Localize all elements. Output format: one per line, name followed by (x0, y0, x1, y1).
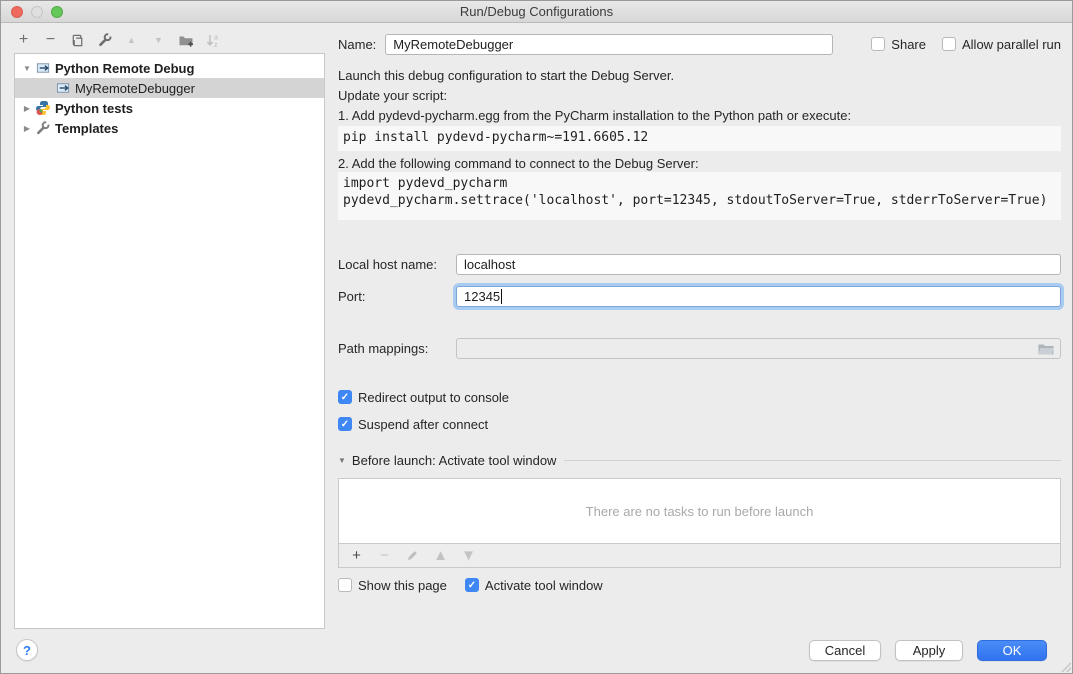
port-label: Port: (338, 289, 456, 304)
add-icon: + (19, 32, 28, 48)
add-configuration-button[interactable]: + (15, 31, 32, 49)
activate-tool-window-checkbox[interactable] (465, 578, 479, 592)
tree-item-label: MyRemoteDebugger (75, 81, 195, 96)
svg-text:a: a (214, 35, 218, 42)
tree-item-myremotedebugger[interactable]: MyRemoteDebugger (15, 78, 324, 98)
remove-icon: − (46, 32, 55, 48)
apply-button[interactable]: Apply (895, 640, 963, 661)
tree-item-python-tests[interactable]: ▶ Python tests (15, 98, 324, 118)
settrace-code-snippet: import pydevd_pycharm pydevd_pycharm.set… (338, 172, 1061, 220)
browse-path-mappings-button[interactable] (1037, 342, 1055, 359)
local-host-name-label: Local host name: (338, 257, 456, 272)
section-divider (564, 460, 1061, 461)
move-down-icon: ▼ (461, 548, 476, 564)
path-mappings-input[interactable] (456, 338, 1061, 359)
allow-parallel-run-checkbox[interactable] (942, 37, 956, 51)
redirect-output-label: Redirect output to console (358, 390, 509, 405)
pencil-icon (406, 549, 419, 562)
remote-debug-config-icon (36, 61, 51, 75)
instruction-step-1: 1. Add pydevd-pycharm.egg from the PyCha… (338, 108, 851, 124)
instruction-line-2: Update your script: (338, 88, 447, 104)
configurations-tree: ▼ Python Remote Debug MyRemoteDebugger ▶… (14, 53, 325, 629)
name-input[interactable]: MyRemoteDebugger (385, 34, 833, 55)
tree-item-label: Python tests (55, 101, 133, 116)
help-icon: ? (23, 643, 31, 658)
share-label: Share (891, 37, 926, 52)
copy-configuration-button[interactable] (69, 31, 86, 49)
svg-text:z: z (214, 42, 218, 48)
zoom-window-button[interactable] (51, 6, 63, 18)
pip-install-code-snippet: pip install pydevd-pycharm~=191.6605.12 (338, 126, 1061, 151)
path-mappings-label: Path mappings: (338, 341, 456, 356)
run-debug-configurations-dialog: Run/Debug Configurations + − ▲ ▼ az ▼ Py… (0, 0, 1073, 674)
ok-button[interactable]: OK (977, 640, 1047, 661)
tree-item-python-remote-debug[interactable]: ▼ Python Remote Debug (15, 58, 324, 78)
edit-templates-button[interactable] (96, 31, 113, 49)
add-task-button[interactable]: + (348, 547, 365, 565)
suspend-after-connect-label: Suspend after connect (358, 417, 488, 432)
before-launch-toolbar: + − ▲ ▼ (338, 544, 1061, 568)
move-down-button[interactable]: ▼ (150, 31, 167, 49)
edit-wrench-icon (97, 32, 113, 48)
local-host-name-input[interactable]: localhost (456, 254, 1061, 275)
configurations-toolbar: + − ▲ ▼ az (15, 30, 221, 50)
window-title: Run/Debug Configurations (460, 4, 613, 19)
remove-configuration-button[interactable]: − (42, 31, 59, 49)
copy-icon (70, 33, 85, 48)
templates-wrench-icon (35, 120, 51, 136)
move-up-icon: ▲ (127, 32, 136, 48)
move-task-down-button[interactable]: ▼ (460, 547, 477, 565)
title-bar: Run/Debug Configurations (1, 1, 1072, 23)
chevron-expanded-icon[interactable]: ▼ (19, 64, 35, 73)
chevron-collapsed-icon[interactable]: ▶ (19, 104, 35, 113)
folder-browse-icon (1037, 342, 1055, 356)
minimize-window-button (31, 6, 43, 18)
remove-icon: − (380, 548, 389, 564)
show-this-page-label: Show this page (358, 578, 447, 593)
resize-grip[interactable] (1061, 662, 1071, 672)
edit-task-button[interactable] (404, 547, 421, 565)
before-launch-empty-text: There are no tasks to run before launch (586, 504, 814, 519)
name-label: Name: (338, 37, 376, 52)
dialog-buttons: Cancel Apply OK (809, 640, 1047, 661)
traffic-lights (11, 6, 63, 18)
remote-debug-config-icon (56, 81, 71, 95)
close-window-button[interactable] (11, 6, 23, 18)
new-folder-icon (178, 32, 194, 48)
chevron-collapsed-icon[interactable]: ▶ (19, 124, 35, 133)
add-icon: + (352, 548, 361, 564)
move-up-button[interactable]: ▲ (123, 31, 140, 49)
sort-alphabetically-icon: az (205, 32, 221, 48)
move-up-icon: ▲ (433, 548, 448, 564)
activate-tool-window-label: Activate tool window (485, 578, 603, 593)
suspend-after-connect-checkbox[interactable] (338, 417, 352, 431)
instruction-step-2: 2. Add the following command to connect … (338, 156, 699, 172)
move-down-icon: ▼ (154, 32, 163, 48)
share-checkbox[interactable] (871, 37, 885, 51)
tree-item-label: Templates (55, 121, 118, 136)
sort-configurations-button[interactable]: az (204, 31, 221, 49)
new-folder-button[interactable] (177, 31, 194, 49)
text-caret (501, 289, 502, 304)
allow-parallel-run-label: Allow parallel run (962, 37, 1061, 52)
remove-task-button[interactable]: − (376, 547, 393, 565)
tree-item-templates[interactable]: ▶ Templates (15, 118, 324, 138)
move-task-up-button[interactable]: ▲ (432, 547, 449, 565)
redirect-output-checkbox[interactable] (338, 390, 352, 404)
python-tests-icon (35, 100, 51, 116)
tree-item-label: Python Remote Debug (55, 61, 194, 76)
cancel-button[interactable]: Cancel (809, 640, 881, 661)
show-this-page-checkbox[interactable] (338, 578, 352, 592)
instruction-line-1: Launch this debug configuration to start… (338, 68, 674, 84)
before-launch-task-list[interactable]: There are no tasks to run before launch (338, 478, 1061, 544)
before-launch-title: Before launch: Activate tool window (352, 453, 557, 468)
port-input[interactable]: 12345 (456, 286, 1061, 307)
help-button[interactable]: ? (16, 639, 38, 661)
before-launch-collapse-icon[interactable]: ▼ (338, 456, 346, 465)
